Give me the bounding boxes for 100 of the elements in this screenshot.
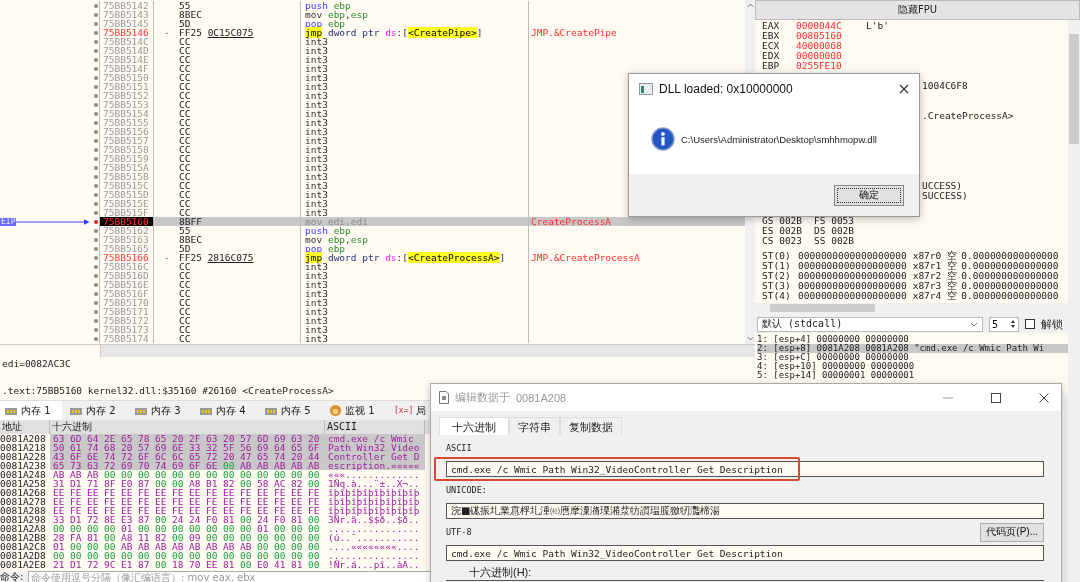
address-cell-text: 0081A298 [0, 515, 47, 524]
address-cell-text: 0081A248 [0, 470, 47, 479]
instruction: int3 [305, 99, 328, 110]
address-cell: 75BB5162 [100, 226, 154, 235]
register-tag: x87r1 [912, 260, 942, 271]
instruction: int3 [305, 180, 328, 191]
instruction-bytes: 55 [179, 0, 191, 11]
address-cell: 75BB5166 [100, 253, 154, 262]
ascii-text: ....««««««««.... [327, 542, 421, 551]
register-float: 0.000000000000000 [961, 290, 1059, 301]
branch-marker: - [164, 253, 171, 262]
address-cell: 75BB5174 [100, 334, 154, 343]
instruction: int3 [305, 306, 328, 317]
instruction: int3 [305, 288, 328, 299]
instruction: int3 [305, 63, 328, 74]
instruction-bytes: CC [179, 72, 191, 83]
register-tag: x87r3 [912, 280, 942, 291]
register-tag: x87r0 [912, 250, 942, 261]
instruction-bytes: CC [179, 198, 191, 209]
ascii-text: Path Win32_Video [325, 443, 425, 452]
address-cell: 75BB5156 [100, 127, 154, 136]
instruction-bytes: 8BEC [179, 9, 202, 20]
address-cell: 75BB516D [100, 271, 154, 280]
register-status: 空 [947, 290, 958, 301]
address-cell: 75BB516C [100, 262, 154, 271]
instruction-bytes: CC [179, 63, 191, 74]
address-cell: 75BB515E [100, 199, 154, 208]
instruction-bytes: 55 [179, 225, 191, 236]
register-comment: UCCESS) [922, 180, 963, 191]
hex-bytes: 28 FA 81 00 A8 11 82 00 09 00 00 00 00 00 00 00 [52, 533, 321, 542]
instruction-bytes: CC [179, 261, 191, 272]
register-comment: SUCCESS) [922, 190, 968, 201]
instruction-bytes: CC [179, 90, 191, 101]
hex-bytes: AB AB AB 00 00 00 00 00 00 00 00 00 00 00 00 00 [52, 470, 321, 479]
instruction-bytes: CC [179, 270, 191, 281]
address-cell-text: 0081A208 [0, 434, 47, 443]
address-cell-text: 0081A2D8 [0, 551, 47, 560]
register-name: EBP [762, 61, 781, 71]
hex-bytes: 00 00 00 00 01 00 00 00 00 00 00 00 01 00 00 00 [52, 524, 321, 533]
instruction-bytes: CC [179, 333, 191, 344]
address-cell: 75BB5143 [100, 10, 154, 19]
instruction: mov ebp,esp [305, 234, 368, 245]
instruction: int3 [305, 297, 328, 308]
instruction-bytes: 5D [179, 18, 191, 29]
register-name: ST(1) [762, 261, 792, 271]
instruction-bytes: CC [179, 45, 191, 56]
address-cell: 75BB5170 [100, 298, 154, 307]
ascii-text: îþîþîþîþîþîþîþîþ [327, 497, 421, 506]
hex-bytes: 63 6D 64 2E 65 78 65 20 2F 63 20 57 6D 69 63 20 [50, 434, 325, 443]
address-cell: 75BB5153 [100, 100, 154, 109]
instruction-bytes: CC [179, 36, 191, 47]
ascii-text: 1Ñq.à...¨±..X¬.. [327, 479, 421, 488]
address-cell: 75BB5151 [100, 82, 154, 91]
ascii-text: !Ñr.á...pî..àA.. [327, 560, 421, 569]
hex-bytes: EE FE EE FE EE FE EE FE EE FE EE FE EE FE EE FE [52, 506, 321, 515]
address-cell: 75BB5160 [100, 217, 154, 226]
instruction: int3 [305, 54, 328, 65]
instruction-bytes: CC [179, 279, 191, 290]
address-cell: 75BB515A [100, 163, 154, 172]
field-label: UNICODE: [445, 484, 488, 497]
instruction: int3 [305, 162, 328, 173]
register-float: 0.000000000000000 [961, 260, 1059, 271]
instruction: int3 [305, 324, 328, 335]
instruction: int3 [305, 81, 328, 92]
instruction: int3 [305, 279, 328, 290]
instruction-bytes: CC [179, 99, 191, 110]
register-name: EDX [762, 51, 781, 61]
address-cell-text: 0081A288 [0, 506, 47, 515]
register-name: ST(2) [762, 271, 792, 281]
instruction-bytes: 8BEC [179, 234, 202, 245]
instruction: mov ebp,esp [305, 9, 368, 20]
instruction: int3 [305, 270, 328, 281]
register-status: 空 [947, 280, 958, 291]
ascii-text: cmd.exe /c Wmic [325, 434, 425, 443]
address-cell: 75BB5165 [100, 244, 154, 253]
instruction: int3 [305, 135, 328, 146]
ascii-text: îþîþîþîþîþîþîþîþ [327, 488, 421, 497]
instruction-bytes: CC [179, 306, 191, 317]
address-cell-text: 0081A238 [0, 461, 47, 470]
address-cell: 75BB5171 [100, 307, 154, 316]
hex-bytes: 65 73 63 72 69 70 74 69 6F 6E 00 AB AB AB AB AB [50, 461, 325, 470]
instruction: int3 [305, 333, 328, 344]
dialog-title: DLL loaded: 0x10000000 [659, 82, 794, 96]
instruction: int3 [305, 126, 328, 137]
register-comment: 1004C6F8 [922, 80, 968, 91]
address-cell-text: 0081A2C8 [0, 542, 47, 551]
register-comment: L'b' [866, 20, 889, 31]
command-label: 命令: [0, 572, 25, 582]
address-cell: 75BB5157 [100, 136, 154, 145]
register-name: EBX [762, 31, 781, 41]
hex-bytes: 01 00 00 00 AB AB AB AB AB AB AB AB 00 00 00 00 [52, 542, 321, 551]
comment: JMP.&CreateProcessA [531, 252, 640, 263]
address-cell-text: 0081A278 [0, 497, 47, 506]
register-tag: x87r2 [912, 270, 942, 281]
register-name: ST(3) [762, 281, 792, 291]
instruction: int3 [305, 72, 328, 83]
hex-bytes: 43 6F 6E 74 72 6F 6C 6C 65 72 20 47 65 74 20 44 [50, 452, 325, 461]
address-cell: 75BB5155 [100, 118, 154, 127]
address-cell-text: 0081A228 [0, 452, 47, 461]
hex-bytes: EE FE EE FE EE FE EE FE EE FE EE FE EE FE EE FE [52, 488, 321, 497]
